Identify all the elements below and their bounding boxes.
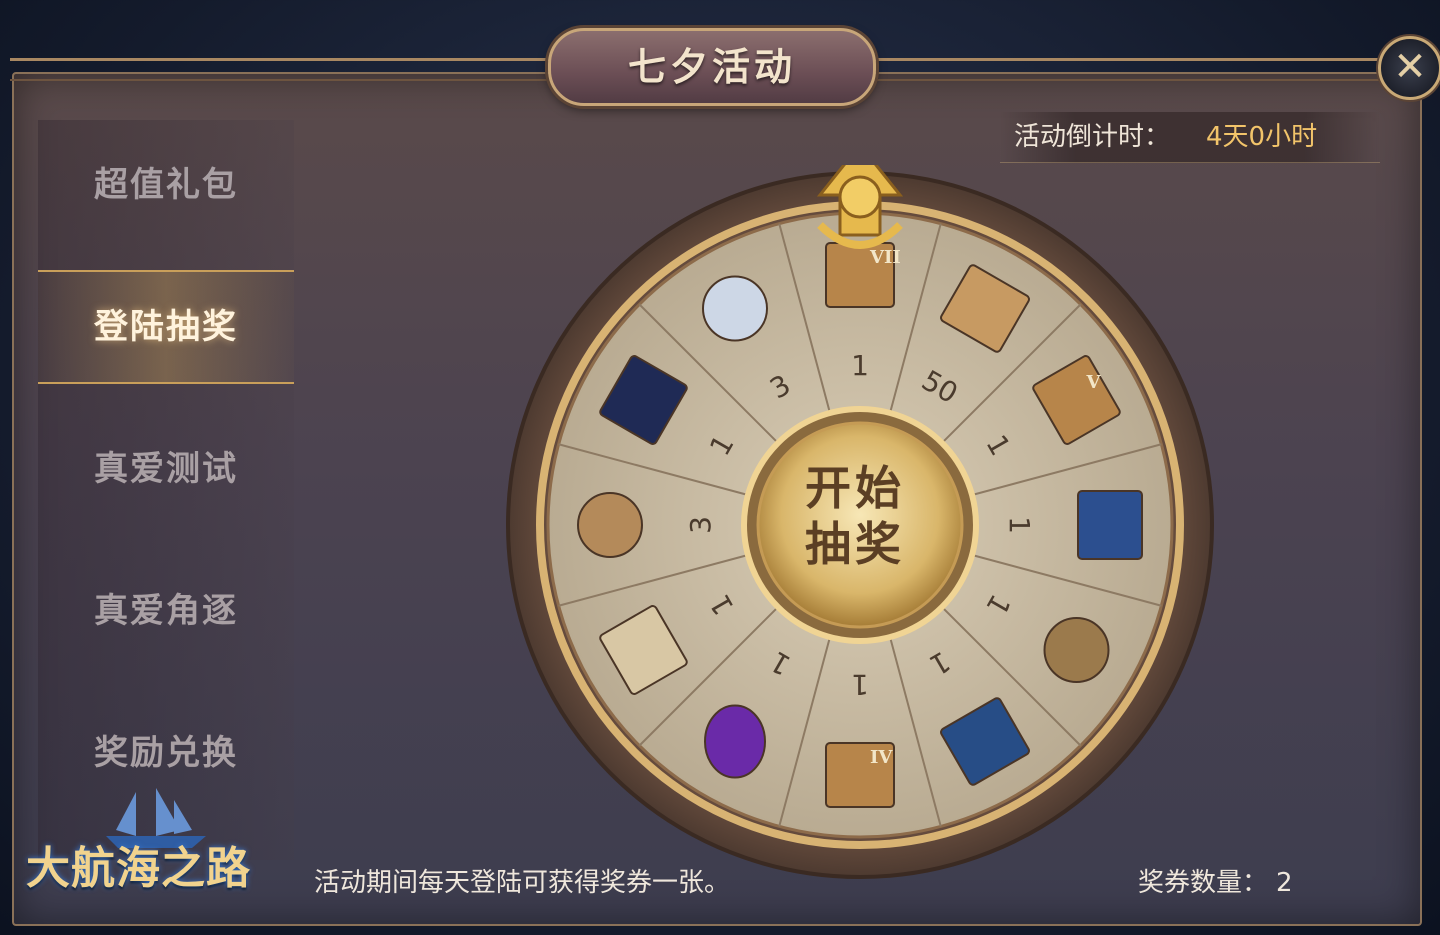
sidebar-item-love-test[interactable]: 真爱测试 xyxy=(38,414,294,524)
close-button[interactable]: ✕ xyxy=(1378,36,1440,100)
sidebar-item-love-contest[interactable]: 真爱角逐 xyxy=(38,556,294,666)
close-icon: ✕ xyxy=(1393,44,1427,90)
blue-book-icon xyxy=(1077,490,1143,560)
crate-roman-label: IV xyxy=(870,747,893,768)
crate-vii-icon: VII xyxy=(825,242,901,308)
window-title: 七夕活动 xyxy=(627,44,796,89)
ticket-value: 2 xyxy=(1276,868,1293,898)
title-plaque: 七夕活动 xyxy=(548,28,876,106)
countdown-value: 4天0小时 xyxy=(1206,122,1318,152)
sidebar-item-login-lottery[interactable]: 登陆抽奖 xyxy=(38,270,294,384)
ticket-label: 奖券数量： xyxy=(1138,868,1269,898)
crystal-ball-book-icon xyxy=(702,275,768,342)
compass-ring-icon xyxy=(1043,617,1110,683)
sidebar-item-value-pack[interactable]: 超值礼包 xyxy=(38,130,294,240)
crate-roman-label: VII xyxy=(869,247,901,268)
footer-note: 活动期间每天登陆可获得奖券一张。 xyxy=(314,868,731,898)
countdown-bar: 活动倒计时： 4天0小时 xyxy=(1000,112,1380,163)
crate-iv-icon: IV xyxy=(825,742,895,808)
purple-gem-icon xyxy=(704,704,766,779)
ticket-count: 奖券数量： 2 xyxy=(1138,862,1293,899)
sidebar: 超值礼包 登陆抽奖 真爱测试 真爱角逐 奖励兑换 xyxy=(38,120,294,860)
wheel-svg: VII1 50 V1111IV111313 xyxy=(506,142,1214,879)
prize-quantity: 1 xyxy=(851,349,869,382)
countdown-label: 活动倒计时： xyxy=(1014,122,1171,152)
game-logo: 大航海之路 xyxy=(26,843,251,894)
prize-quantity: 1 xyxy=(1003,516,1036,534)
prize-wheel: VII 1 50 V 1 1 1 1 IV 1 1 1 3 1 3 xyxy=(500,142,1220,885)
coin-sack-icon xyxy=(577,492,643,558)
crate-roman-label: V xyxy=(1086,372,1102,393)
prize-quantity: 1 xyxy=(851,668,869,701)
prize-quantity: 3 xyxy=(684,516,717,534)
